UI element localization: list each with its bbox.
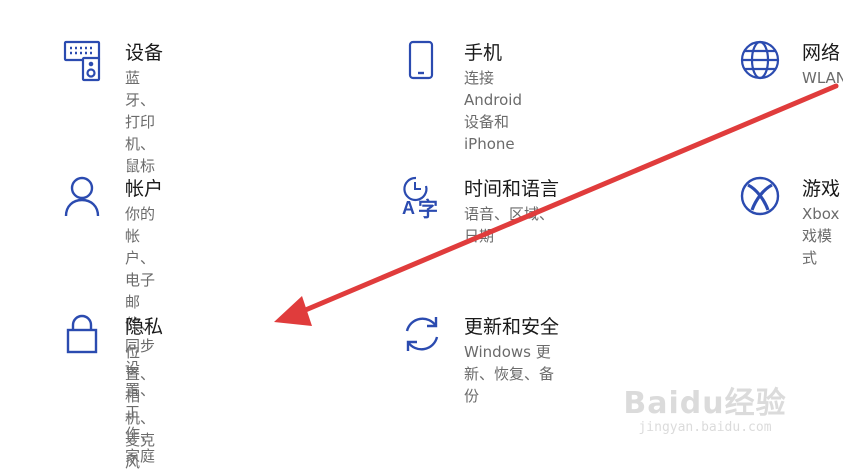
tile-title: 时间和语言 — [464, 178, 560, 200]
tile-description: 位置、相机、麦克风 — [125, 343, 156, 471]
tile-title: 手机 — [464, 42, 503, 64]
svg-text:字: 字 — [418, 197, 438, 221]
tile-description: 连接 Android 设备和 iPhone — [464, 69, 522, 153]
globe-icon — [740, 40, 784, 84]
tile-title: 设备 — [125, 42, 164, 64]
tile-description: 语音、区域、日期 — [464, 205, 555, 245]
time-language-icon: A 字 — [402, 176, 446, 221]
keyboard-speaker-icon — [63, 40, 107, 84]
watermark-url: jingyan.baidu.com — [638, 420, 772, 435]
tile-title: 游戏 — [802, 178, 841, 200]
watermark-logo-text: Baidu经验 — [623, 386, 787, 421]
xbox-icon — [740, 176, 784, 220]
tile-title: 网络 — [802, 42, 841, 64]
tile-title: 更新和安全 — [464, 316, 560, 338]
lock-icon — [63, 314, 107, 358]
tile-title: 隐私 — [125, 316, 164, 338]
tile-description: 蓝牙、打印机、鼠标 — [125, 69, 156, 175]
tile-description: Windows 更新、恢复、备份 — [464, 343, 555, 405]
tile-title: 帐户 — [125, 178, 164, 200]
tile-description: Xbox 戏模式 — [802, 205, 840, 267]
person-icon — [63, 176, 107, 220]
refresh-icon — [402, 314, 446, 358]
svg-text:A: A — [402, 198, 415, 218]
phone-icon — [402, 40, 446, 84]
baidu-watermark: Baidu经验 jingyan.baidu.com — [615, 378, 795, 435]
tile-description: WLAN — [802, 69, 843, 87]
